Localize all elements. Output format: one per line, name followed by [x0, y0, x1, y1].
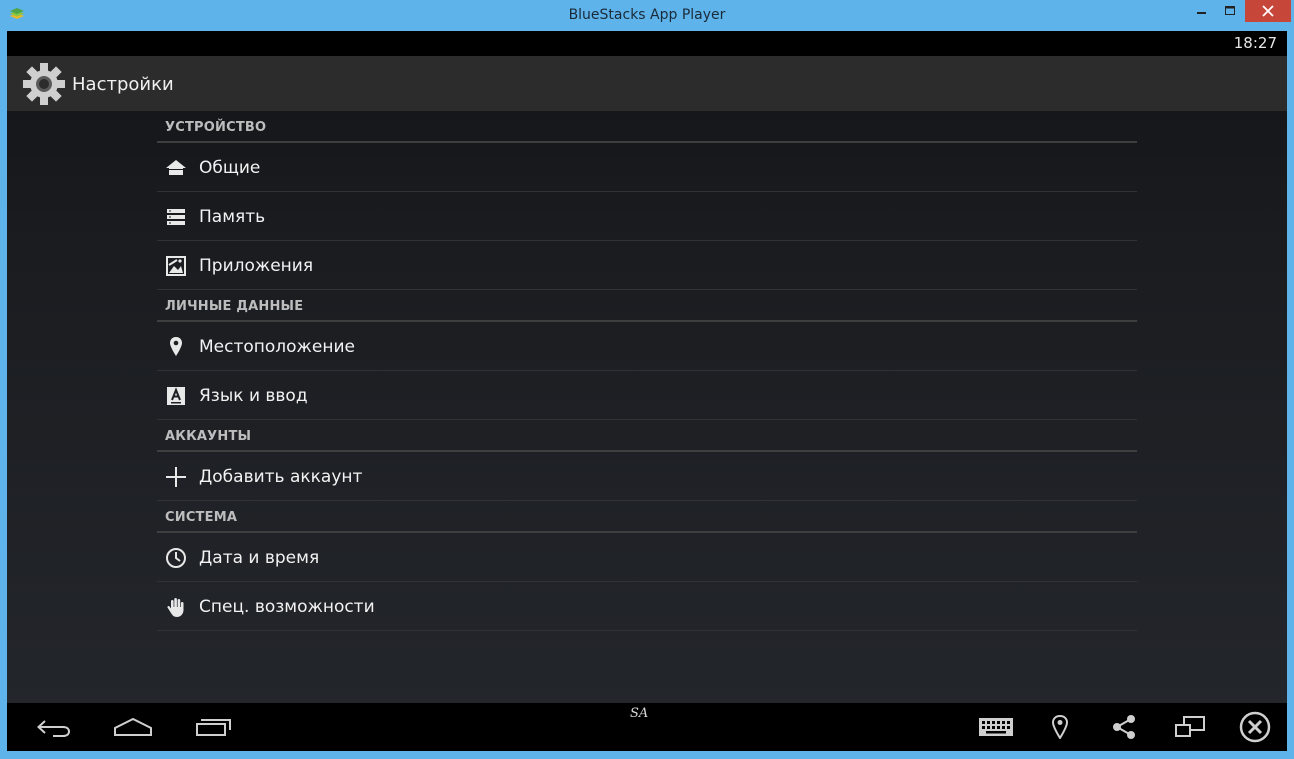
settings-item-location[interactable]: Местоположение [157, 322, 1137, 371]
hand-icon [165, 596, 187, 618]
settings-item-date-time[interactable]: Дата и время [157, 533, 1137, 582]
location-icon [165, 336, 187, 358]
page-title: Настройки [72, 74, 174, 95]
section-header-personal: ЛИЧНЫЕ ДАННЫЕ [157, 290, 1137, 322]
minimize-icon [1197, 12, 1206, 14]
location-icon [1051, 715, 1069, 739]
keyboard-icon [979, 718, 1013, 736]
language-icon [165, 385, 187, 407]
settings-item-add-account[interactable]: Добавить аккаунт [157, 452, 1137, 501]
settings-item-general[interactable]: Общие [157, 143, 1137, 192]
gear-icon[interactable] [22, 62, 66, 106]
settings-item-apps[interactable]: Приложения [157, 241, 1137, 290]
settings-item-label: Добавить аккаунт [199, 467, 363, 487]
window-titlebar: BlueStacks App Player [0, 0, 1294, 31]
settings-item-storage[interactable]: Память [157, 192, 1137, 241]
action-bar: Настройки [7, 56, 1287, 111]
section-title: СИСТЕМА [165, 510, 238, 525]
home-icon [114, 717, 152, 736]
settings-item-label: Местоположение [199, 337, 355, 357]
recent-apps-button[interactable] [194, 711, 234, 743]
close-app-button[interactable] [1237, 711, 1273, 743]
section-title: УСТРОЙСТВО [165, 120, 267, 135]
minimize-button[interactable] [1189, 0, 1215, 22]
clock-icon [165, 547, 187, 569]
section-title: ЛИЧНЫЕ ДАННЫЕ [165, 299, 304, 314]
settings-item-label: Приложения [199, 256, 314, 276]
share-icon [1113, 715, 1135, 739]
status-bar: 18:27 [7, 31, 1287, 56]
share-button[interactable] [1109, 711, 1139, 743]
maximize-button[interactable] [1217, 0, 1243, 22]
location-button[interactable] [1047, 711, 1073, 743]
recent-apps-icon [196, 719, 231, 736]
section-header-accounts: АККАУНТЫ [157, 420, 1137, 452]
home-icon [165, 157, 187, 179]
status-clock: 18:27 [1233, 34, 1277, 52]
settings-item-language[interactable]: Язык и ввод [157, 371, 1137, 420]
settings-item-label: Дата и время [199, 548, 320, 568]
maximize-icon [1225, 6, 1235, 15]
apps-icon [165, 255, 187, 277]
settings-item-label: Язык и ввод [199, 386, 308, 406]
back-button[interactable] [33, 711, 73, 743]
settings-item-accessibility[interactable]: Спец. возможности [157, 582, 1137, 631]
close-circle-icon [1239, 711, 1271, 743]
storage-icon [165, 206, 187, 228]
multi-screen-button[interactable] [1172, 711, 1208, 743]
section-title: АККАУНТЫ [165, 429, 252, 444]
section-header-system: СИСТЕМА [157, 501, 1137, 533]
android-screen: 18:27 Настройки УСТРОЙСТВО Общие Память … [7, 31, 1287, 751]
settings-list: УСТРОЙСТВО Общие Память Приложения ЛИЧНЫ… [157, 111, 1137, 631]
settings-item-label: Спец. возможности [199, 597, 375, 617]
keyboard-button[interactable] [976, 711, 1016, 743]
watermark: SA [630, 706, 649, 721]
close-icon [1262, 5, 1274, 17]
plus-icon [165, 466, 187, 488]
home-button[interactable] [112, 711, 154, 743]
settings-item-label: Общие [199, 158, 261, 178]
section-header-device: УСТРОЙСТВО [157, 111, 1137, 143]
settings-item-label: Память [199, 207, 266, 227]
window-title: BlueStacks App Player [568, 7, 726, 23]
close-button[interactable] [1245, 0, 1291, 22]
back-icon [37, 720, 71, 737]
multi-screen-icon [1175, 716, 1205, 737]
